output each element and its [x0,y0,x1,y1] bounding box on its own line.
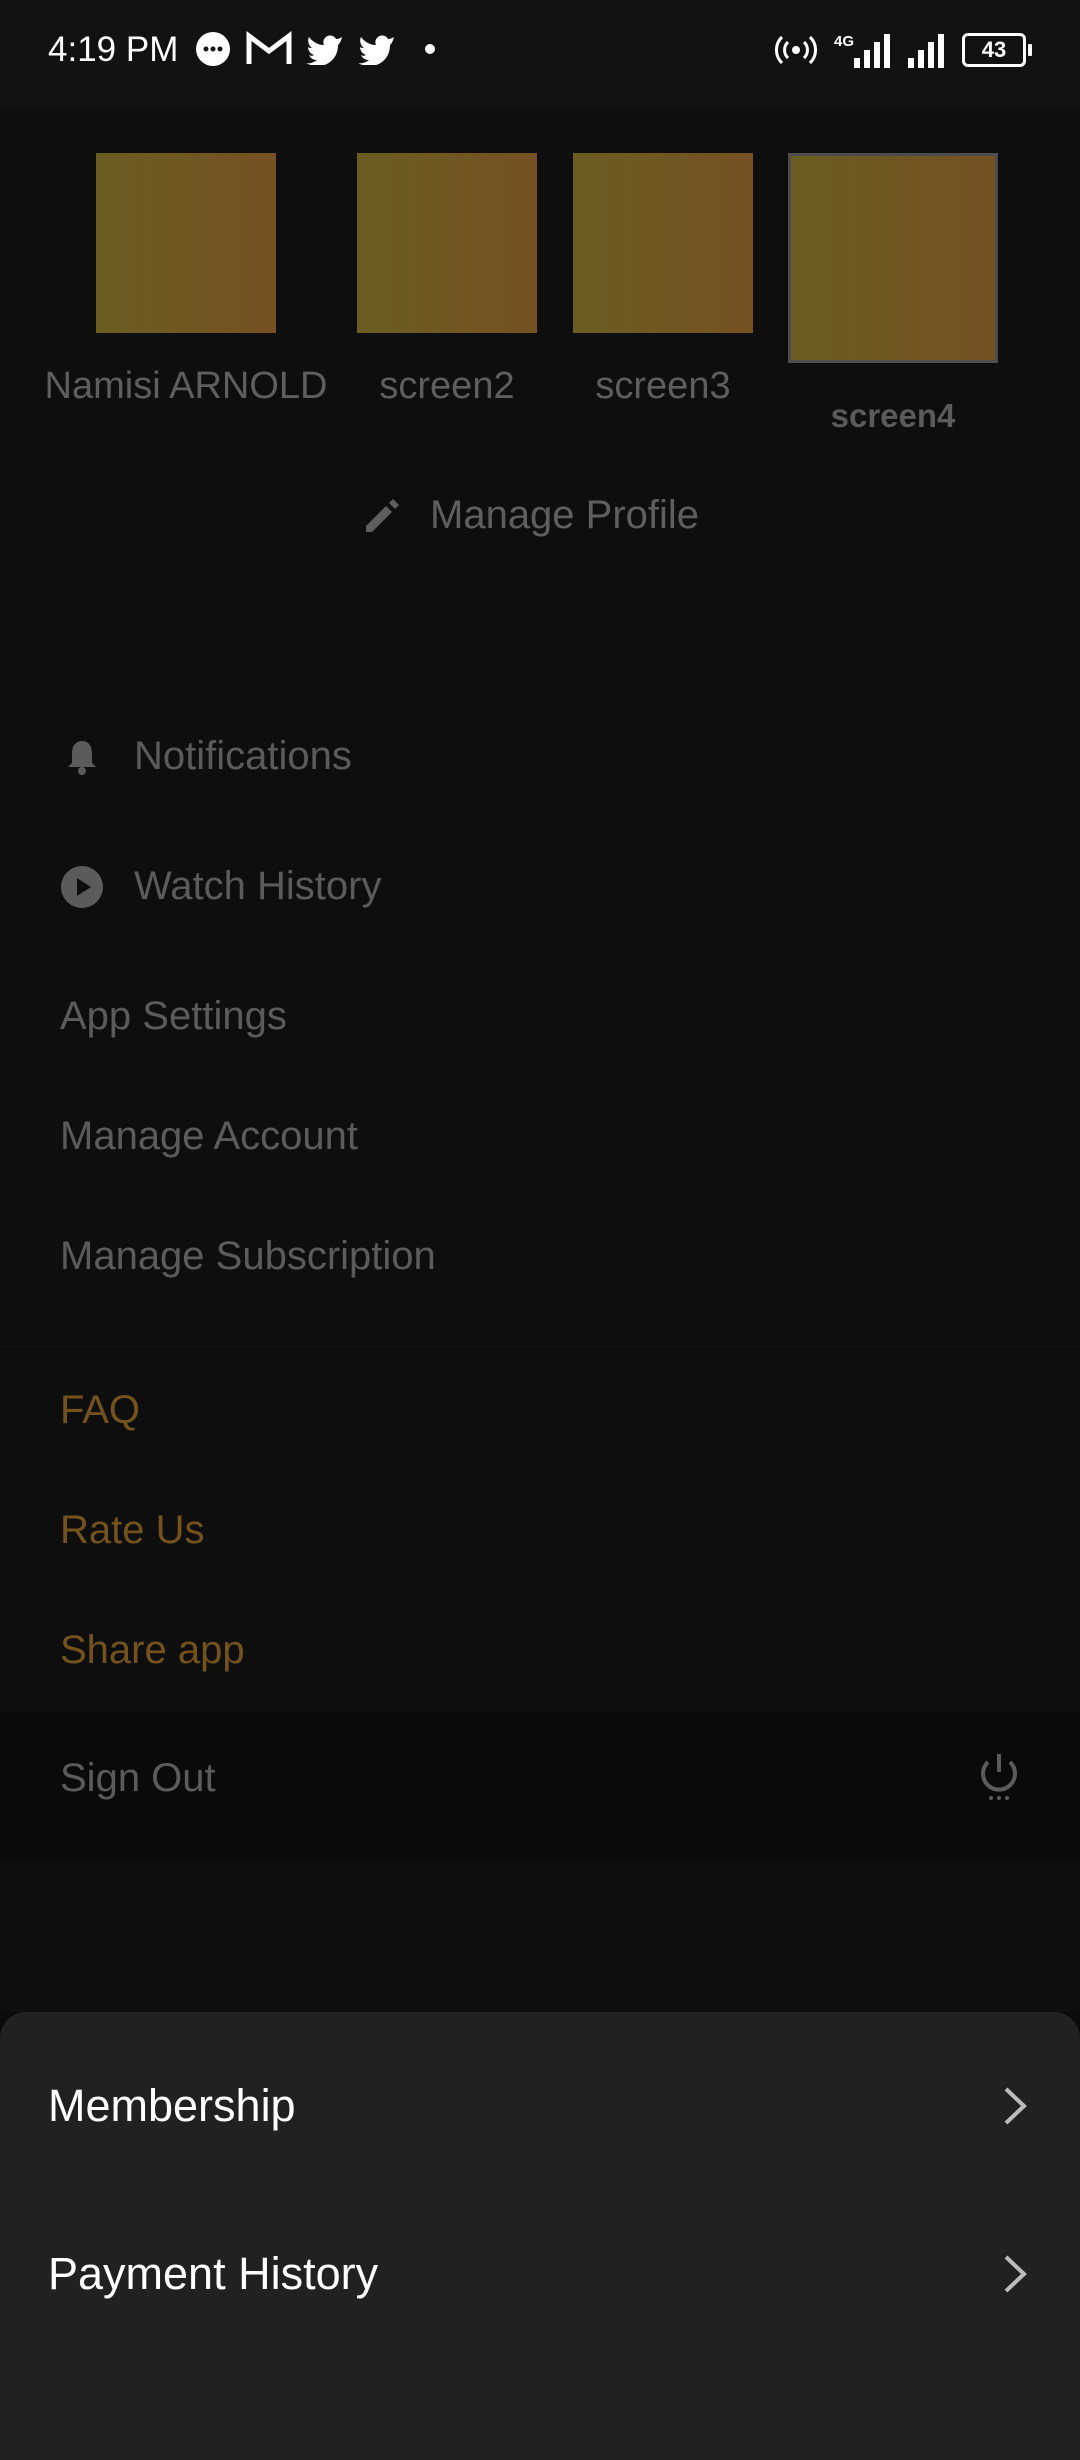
menu-item-notifications[interactable]: Notifications [60,734,352,779]
profile-name: Namisi ARNOLD [44,365,328,407]
profile-name: screen2 [379,365,515,407]
profile-item[interactable]: screen2 [357,153,537,407]
menu-item-share-app[interactable]: Share app [60,1628,245,1673]
chat-bubble-icon [196,32,230,66]
profile-item-selected[interactable]: screen4 [788,153,998,434]
power-icon [981,1754,1017,1800]
battery-level: 43 [962,33,1026,67]
account-screen-backdrop[interactable]: Namisi ARNOLD screen2 screen3 screen4 Ma… [0,108,1080,2012]
sign-out-button[interactable]: Sign Out [0,1712,1080,1862]
profile-name: screen3 [595,365,731,407]
payment-history-row[interactable]: Payment History [0,2199,1080,2349]
profile-selector: Namisi ARNOLD screen2 screen3 screen4 [0,148,1080,508]
payment-history-label: Payment History [48,2248,379,2299]
profile-name: screen4 [830,397,956,434]
bottom-sheet: Membership Payment History [0,2012,1080,2460]
menu-item-label: Manage Subscription [60,1234,436,1278]
menu-item-label: Rate Us [60,1508,205,1552]
signal-4g-icon: 4G [834,33,890,68]
system-icons: 4G 43 [774,30,1032,70]
gmail-icon [246,31,292,64]
battery-icon: 43 [962,33,1032,67]
pencil-icon [366,498,399,532]
menu-item-label: FAQ [60,1388,141,1432]
manage-profile-label: Manage Profile [430,493,700,537]
status-bar: 4:19 PM 4G 43 [0,0,1080,108]
avatar-selected[interactable] [788,153,998,363]
bell-icon [68,740,96,775]
chevron-right-icon [1004,2087,1027,2125]
svg-text:4G: 4G [834,33,854,50]
dot-icon [425,44,435,54]
profile-item[interactable]: screen3 [573,153,753,407]
menu-item-manage-subscription[interactable]: Manage Subscription [60,1234,436,1279]
avatar[interactable] [96,153,276,333]
signal-icon [908,34,944,68]
menu-item-label: Manage Account [60,1114,358,1158]
menu-item-label: App Settings [60,994,287,1038]
menu-item-app-settings[interactable]: App Settings [60,994,287,1039]
status-time: 4:19 PM [48,30,179,69]
chevron-right-icon [1004,2255,1027,2293]
hotspot-icon [775,35,817,65]
menu-item-label: Notifications [134,734,352,778]
profile-item[interactable]: Namisi ARNOLD [45,153,327,407]
twitter-icon [306,35,342,65]
menu-item-watch-history[interactable]: Watch History [60,864,381,909]
avatar[interactable] [573,153,753,333]
notification-icons [194,30,440,68]
menu-item-faq[interactable]: FAQ [60,1388,140,1433]
twitter-icon [358,35,394,65]
section-divider [0,1346,1080,1348]
menu-item-manage-account[interactable]: Manage Account [60,1114,358,1159]
manage-profile-button[interactable]: Manage Profile [362,493,699,538]
avatar[interactable] [357,153,537,333]
play-circle-icon [61,865,103,908]
menu-item-label: Watch History [134,864,382,908]
menu-item-rate-us[interactable]: Rate Us [60,1508,205,1553]
sign-out-label: Sign Out [60,1756,216,1800]
menu-item-label: Share app [60,1628,245,1672]
membership-label: Membership [48,2080,296,2131]
membership-row[interactable]: Membership [0,2031,1080,2181]
